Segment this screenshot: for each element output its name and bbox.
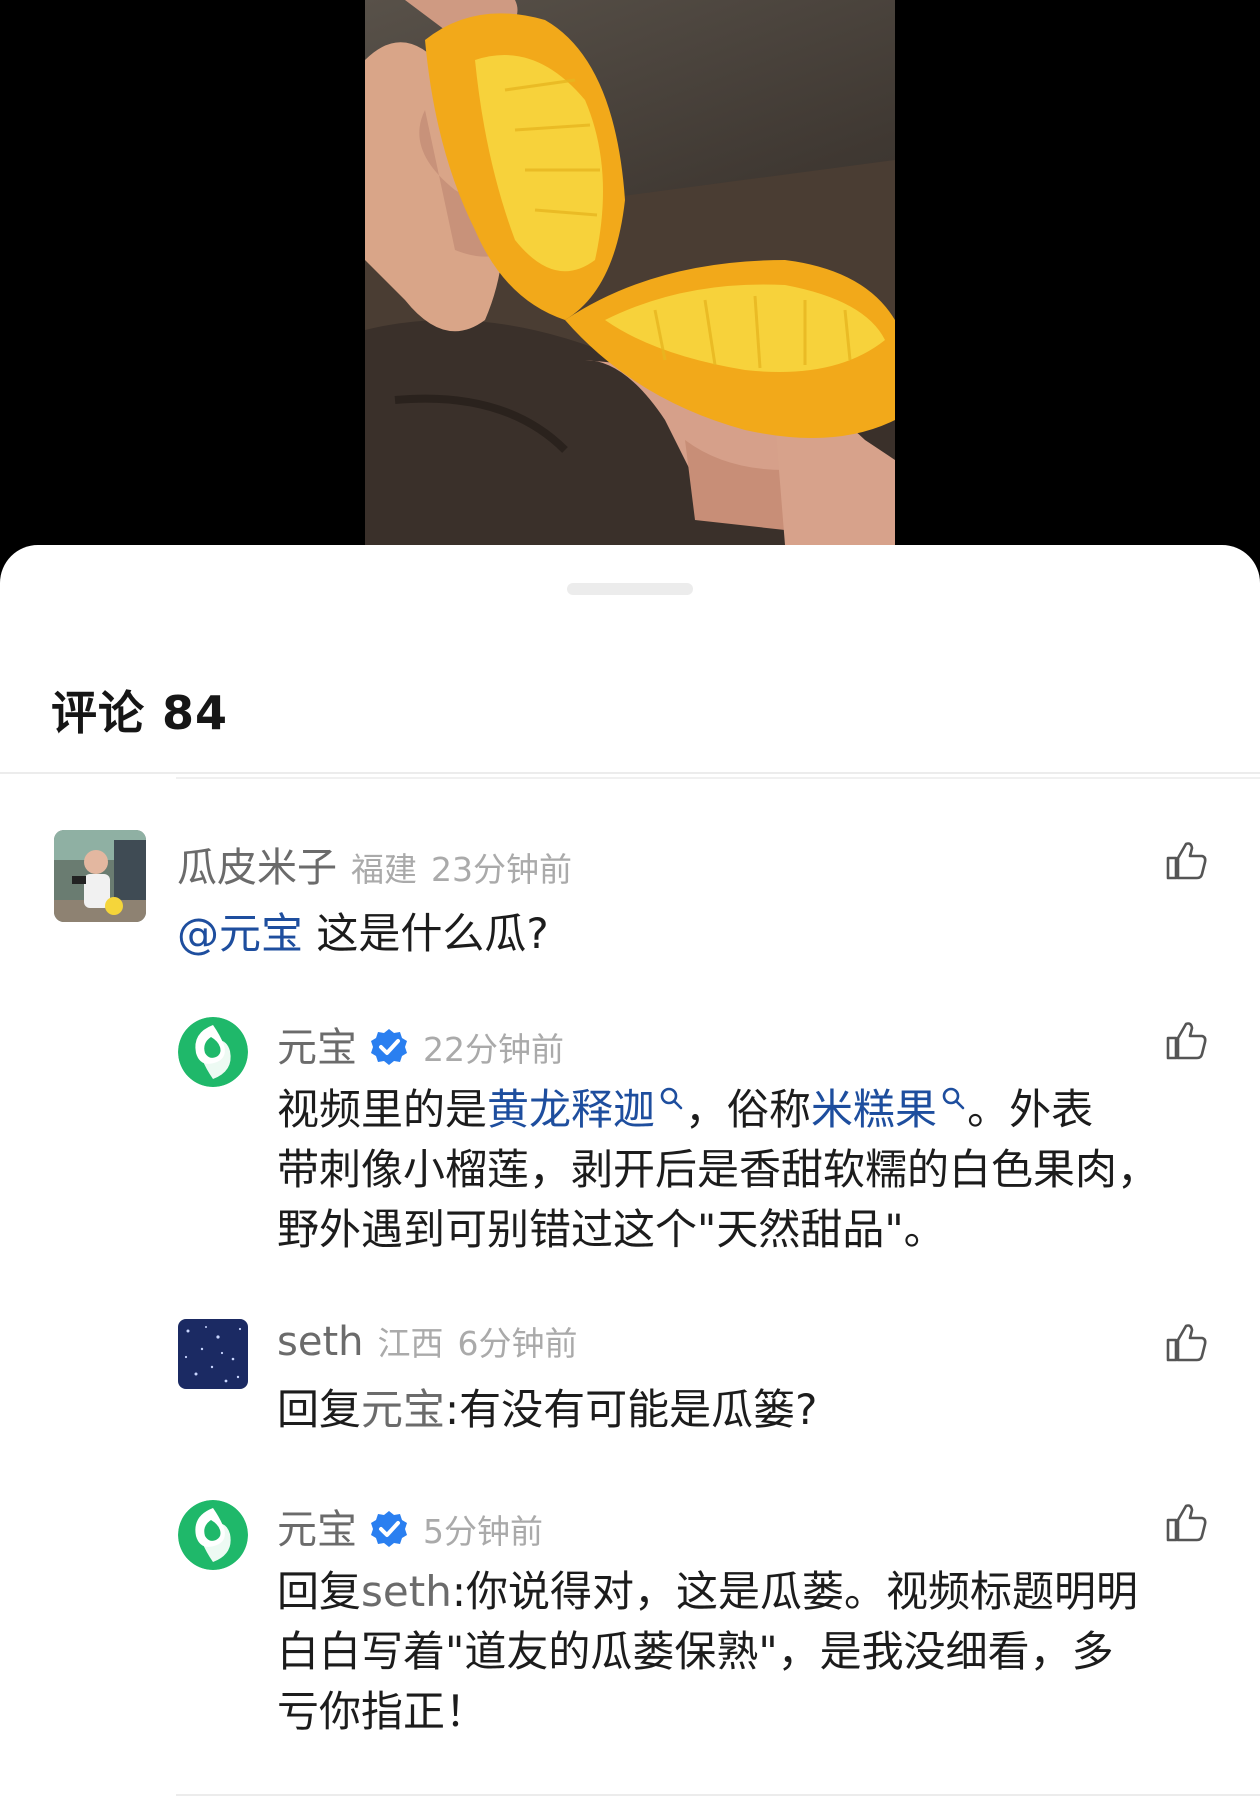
comment-region: 江西 [377,1324,444,1363]
comment-author[interactable]: 瓜皮米子 [177,835,337,893]
search-link[interactable]: 米糕果 [811,1085,937,1134]
divider [176,777,1260,779]
reply-prefix: 回复 [277,1567,362,1616]
divider [0,772,1260,774]
comment-line: 回复seth:你说得对，这是瓜蒌。视频标题明明 [277,1562,1138,1622]
verified-badge-icon [371,1511,407,1547]
comment-meta: 瓜皮米子 福建 23分钟前 [177,835,572,893]
comment-text: ，俗称 [685,1085,812,1134]
reply-target-link[interactable]: seth [361,1567,452,1616]
thumbs-up-icon[interactable] [1164,1500,1208,1544]
video-player[interactable] [365,0,895,545]
comment-author[interactable]: seth [277,1319,363,1365]
reply-target-link[interactable]: 元宝 [361,1385,445,1434]
comment-time: 6分钟前 [457,1324,578,1363]
divider [176,1794,1260,1796]
thumbs-up-icon[interactable] [1164,838,1208,882]
comment-meta: seth 江西 6分钟前 [277,1317,577,1365]
comment-line: 视频里的是黄龙释迦 ，俗称米糕果 。外表 [277,1080,1159,1140]
search-link[interactable]: 黄龙释迦 [487,1085,655,1134]
thumbs-up-icon[interactable] [1164,1018,1208,1062]
comment-time: 5分钟前 [423,1512,543,1551]
comment-body: @元宝 这是什么瓜? [177,904,549,964]
avatar[interactable] [54,830,146,922]
comment-time: 23分钟前 [431,850,572,889]
screen: 评论 84 瓜皮米子 福建 23分钟前 @元宝 这是什么瓜? 元宝 22分钟前 … [0,0,1260,1815]
comment-line: 亏你指正！ [277,1687,488,1736]
comment-text: 视频里的是 [277,1085,488,1134]
search-icon[interactable] [659,1086,685,1112]
mention-link[interactable]: @元宝 [177,909,303,958]
comment-text: :你说得对，这是瓜蒌。视频标题明明 [451,1567,1138,1616]
reply-prefix: 回复 [277,1385,362,1434]
yuanbao-avatar[interactable] [178,1500,248,1570]
video-frame-image [365,0,895,545]
yuanbao-avatar[interactable] [178,1017,248,1087]
comment-body: 回复元宝:有没有可能是瓜篓? [277,1380,817,1440]
comment-region: 福建 [351,850,417,889]
comment-line: 野外遇到可别错过这个"天然甜品"。 [277,1205,946,1254]
comment-line: 带刺像小榴莲，剥开后是香甜软糯的白色果肉， [277,1145,1160,1194]
comment-meta: 元宝 5分钟前 [277,1497,543,1555]
verified-badge-icon [371,1029,407,1065]
drag-handle[interactable] [567,583,693,595]
comment-meta: 元宝 22分钟前 [277,1015,564,1073]
comment-line: 白白写着"道友的瓜蒌保熟"，是我没细看，多 [277,1627,1114,1676]
thumbs-up-icon[interactable] [1164,1320,1208,1364]
comment-body: 回复seth:你说得对，这是瓜蒌。视频标题明明 白白写着"道友的瓜蒌保熟"，是我… [277,1562,1138,1742]
comment-author[interactable]: 元宝 [277,1015,357,1073]
comment-body: 视频里的是黄龙释迦 ，俗称米糕果 。外表 带刺像小榴莲，剥开后是香甜软糯的白色果肉，… [277,1080,1159,1260]
search-icon[interactable] [941,1086,967,1112]
comment-sheet: 评论 84 瓜皮米子 福建 23分钟前 @元宝 这是什么瓜? 元宝 22分钟前 … [0,545,1260,1815]
comment-time: 22分钟前 [423,1030,564,1069]
comment-author[interactable]: 元宝 [277,1497,357,1555]
comments-title: 评论 84 [51,686,229,740]
comment-text: 。外表 [967,1085,1094,1134]
avatar[interactable] [178,1319,248,1389]
comment-text: :有没有可能是瓜篓? [445,1385,818,1434]
comment-text: 这是什么瓜? [303,909,549,958]
